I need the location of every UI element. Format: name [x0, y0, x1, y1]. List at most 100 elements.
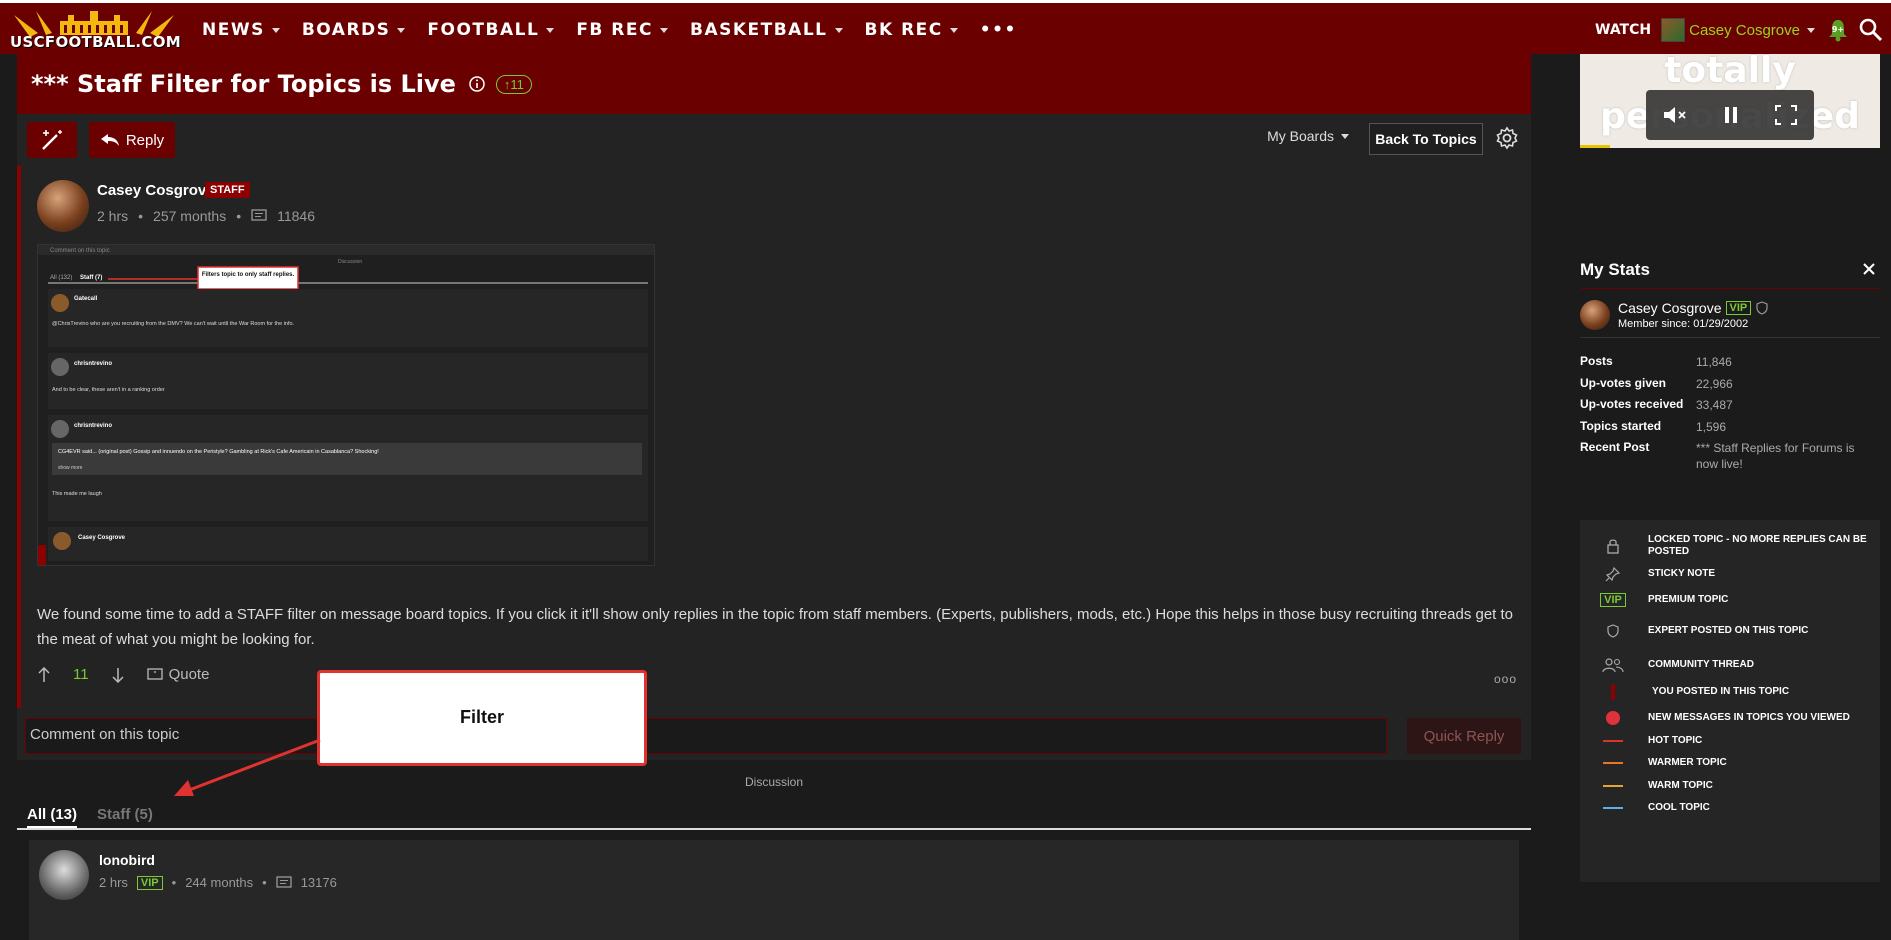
svg-text:": " — [153, 670, 157, 679]
user-menu[interactable]: Casey Cosgrove — [1661, 18, 1815, 42]
nav-news[interactable]: NEWS — [202, 20, 280, 40]
topic-icon-legend: LOCKED TOPIC - NO MORE REPLIES CAN BE PO… — [1580, 520, 1880, 882]
upvote-arrow-icon[interactable] — [37, 666, 51, 683]
nav-label: BOARDS — [301, 20, 391, 40]
nav-football[interactable]: FOOTBALL — [427, 20, 555, 40]
close-icon[interactable] — [1860, 260, 1878, 278]
callout-arrow-icon — [174, 738, 321, 796]
legend-label: EXPERT POSTED ON THIS TOPIC — [1648, 625, 1809, 636]
reply-time: 2 hrs — [99, 875, 128, 890]
tab-all[interactable]: All (13) — [27, 800, 78, 828]
avatar[interactable] — [39, 850, 89, 900]
my-boards-label: My Boards — [1267, 128, 1334, 144]
cool-line-icon — [1603, 807, 1623, 809]
avatar[interactable] — [37, 180, 89, 232]
watch-link[interactable]: WATCH — [1595, 22, 1651, 38]
nav-bk-rec[interactable]: BK REC — [865, 20, 958, 40]
nav-boards[interactable]: BOARDS — [302, 20, 406, 40]
recent-post-link[interactable]: *** Staff Replies for Forums is now live… — [1696, 440, 1876, 472]
reply-post-count: 13176 — [300, 875, 337, 890]
nav-basketball[interactable]: BASKETBALL — [690, 20, 843, 40]
embed-r2-text: And to be clear, these aren't in a ranki… — [52, 387, 165, 393]
info-icon[interactable] — [468, 75, 486, 93]
warm-line-icon — [1603, 785, 1623, 787]
lock-icon — [1607, 539, 1619, 554]
chevron-down-icon — [1341, 133, 1349, 139]
embed-comment: Comment on this topic — [50, 248, 110, 254]
post-count: 11846 — [277, 208, 316, 224]
chevron-down-icon — [949, 27, 958, 33]
reply-arrow-icon — [100, 134, 119, 146]
video-controls — [1646, 90, 1814, 140]
mute-icon[interactable] — [1662, 104, 1688, 126]
reply-author[interactable]: lonobird — [99, 852, 155, 868]
post-actions: 11 " Quote — [37, 666, 209, 683]
embed-note: Filters topic to only staff replies. — [202, 272, 295, 278]
top-navigation-bar: USCFOOTBALL.COM NEWS BOARDS FOOTBALL FB … — [0, 0, 1891, 54]
nav-label: FB REC — [576, 20, 653, 40]
my-boards-dropdown[interactable]: My Boards — [1267, 128, 1349, 144]
downvote-arrow-icon[interactable] — [111, 667, 125, 683]
reply-filter-tabs: All (13) Staff (5) — [17, 800, 1531, 830]
legend-item: COMMUNITY THREAD — [1598, 657, 1878, 673]
notifications-button[interactable]: 9+ — [1825, 17, 1851, 43]
video-progress — [1580, 145, 1610, 148]
original-post: Casey Cosgrove STAFF 2 hrs • 257 months … — [17, 166, 1531, 708]
hot-line-icon — [1603, 740, 1623, 742]
vip-badge: VIP — [1725, 301, 1752, 315]
stats-user-name: Casey Cosgrove — [1618, 300, 1722, 316]
post-time: 2 hrs — [97, 208, 129, 224]
quote-button[interactable]: " Quote — [146, 666, 209, 683]
quote-icon: " — [146, 667, 163, 680]
reply-button[interactable]: Reply — [89, 122, 175, 158]
post-body: We found some time to add a STAFF filter… — [37, 606, 1514, 648]
meta-separator: • — [171, 875, 177, 890]
legend-item: WARMER TOPIC — [1598, 757, 1878, 769]
embedded-screenshot: Comment on this topic Discussion All (13… — [37, 244, 655, 566]
vote-count: 11 — [73, 666, 89, 683]
back-to-topics-button[interactable]: Back To Topics — [1369, 123, 1483, 155]
post-author[interactable]: Casey Cosgrove — [97, 182, 215, 199]
member-since: Member since: 01/29/2002 — [1618, 318, 1749, 330]
topic-title-bar: *** Staff Filter for Topics is Live ↑11 — [17, 54, 1531, 114]
stat-label: Posts — [1580, 354, 1613, 368]
embed-r3-quote: CG4EVR said... (original post) Gossip an… — [58, 449, 379, 455]
quick-reply-button[interactable]: Quick Reply — [1407, 718, 1521, 754]
tab-staff[interactable]: Staff (5) — [97, 800, 153, 828]
fullscreen-icon[interactable] — [1774, 104, 1798, 126]
search-button[interactable] — [1857, 16, 1885, 44]
video-ad[interactable]: totally personalized — [1580, 54, 1880, 148]
nav-label: BK REC — [864, 20, 943, 40]
embed-r3-text: This made me laugh — [52, 491, 102, 497]
legend-item: VIP PREMIUM TOPIC — [1598, 593, 1878, 607]
nav-fb-rec[interactable]: FB REC — [576, 20, 668, 40]
ad-line: totally — [1664, 54, 1796, 91]
screenshot-image: Comment on this topic Discussion All (13… — [38, 245, 654, 565]
gear-icon[interactable] — [1495, 126, 1519, 150]
nav-more[interactable]: ••• — [980, 20, 1017, 40]
my-stats-title: My Stats — [1580, 260, 1650, 279]
chevron-down-icon — [659, 27, 668, 33]
legend-item: YOU POSTED IN THIS TOPIC — [1598, 684, 1878, 700]
stat-label: Up-votes given — [1580, 376, 1667, 390]
stat-value: 1,596 — [1696, 420, 1727, 434]
legend-item: COOL TOPIC — [1598, 802, 1878, 814]
embed-r3-name: chrisntrevino — [74, 423, 112, 429]
topic-upvote-badge: ↑11 — [495, 74, 532, 94]
stat-label: Topics started — [1580, 419, 1662, 433]
you-posted-icon — [1611, 684, 1615, 700]
stats-divider — [1580, 288, 1880, 289]
chevron-down-icon — [1807, 27, 1815, 33]
post-tenure: 257 months — [153, 208, 227, 224]
user-name: Casey Cosgrove — [1689, 21, 1800, 39]
legend-item: NEW MESSAGES IN TOPICS YOU VIEWED — [1598, 710, 1878, 726]
more-options-icon[interactable]: ooo — [1494, 672, 1517, 686]
site-logo[interactable]: USCFOOTBALL.COM — [10, 9, 181, 51]
embed-r4-name: Casey Cosgrove — [78, 535, 126, 541]
avatar — [1661, 18, 1686, 42]
new-topic-button[interactable] — [27, 122, 77, 158]
legend-label: COOL TOPIC — [1648, 802, 1710, 813]
pause-icon[interactable] — [1721, 104, 1741, 126]
embed-r1-name: Gatecall — [74, 296, 98, 302]
chevron-down-icon — [546, 27, 555, 33]
